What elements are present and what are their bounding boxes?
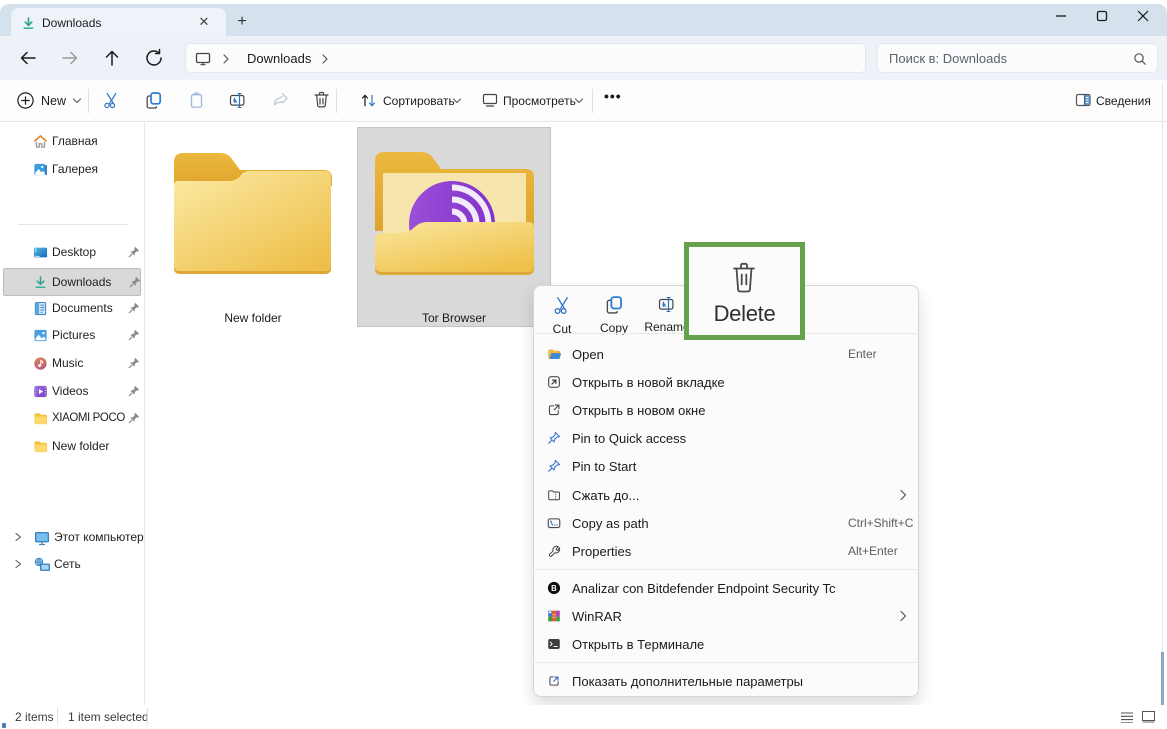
svg-text:B: B [551,584,557,593]
